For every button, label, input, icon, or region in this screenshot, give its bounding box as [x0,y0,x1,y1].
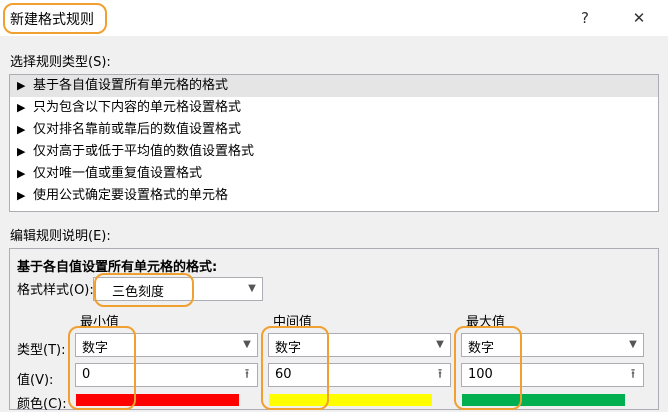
range-picker-icon[interactable]: ⭱ [623,364,643,386]
chevron-down-icon[interactable]: ▼ [237,334,257,356]
value-label: 值(V): [17,373,54,388]
highlight-ring [3,3,107,34]
range-picker-icon[interactable]: ⭱ [430,364,450,386]
rule-item-label: 仅对唯一值或重复值设置格式 [33,166,203,181]
color-label: 颜色(C): [17,397,67,412]
close-button[interactable]: ✕ [624,6,654,30]
triangle-right-icon: ▶ [17,189,26,202]
triangle-right-icon: ▶ [17,145,26,158]
help-button[interactable]: ? [570,6,600,30]
highlight-ring [261,326,329,410]
triangle-right-icon: ▶ [17,167,26,180]
rule-item-label: 基于各自值设置所有单元格的格式 [33,78,229,93]
rule-item-each-value[interactable]: ▶ 基于各自值设置所有单元格的格式 [10,75,658,97]
title-bar: 新建格式规则 ? ✕ [0,0,668,36]
rule-item-average[interactable]: ▶ 仅对高于或低于平均值的数值设置格式 [10,141,658,163]
highlight-ring [94,273,194,307]
triangle-right-icon: ▶ [17,79,26,92]
rule-item-label: 仅对高于或低于平均值的数值设置格式 [33,144,255,159]
rule-type-list: ▶ 基于各自值设置所有单元格的格式 ▶ 只为包含以下内容的单元格设置格式 ▶ 仅对排名… [9,74,659,212]
highlight-ring [454,326,522,410]
rule-item-label: 仅对排名靠前或靠后的数值设置格式 [33,122,242,137]
format-style-label: 格式样式(O): [17,283,94,298]
rule-item-contains[interactable]: ▶ 只为包含以下内容的单元格设置格式 [10,97,658,119]
edit-rule-label: 编辑规则说明(E): [10,229,111,244]
rule-item-label: 使用公式确定要设置格式的单元格 [33,188,229,203]
rule-item-label: 只为包含以下内容的单元格设置格式 [33,100,242,115]
chevron-down-icon[interactable]: ▼ [623,334,643,356]
rule-item-formula[interactable]: ▶ 使用公式确定要设置格式的单元格 [10,185,658,207]
triangle-right-icon: ▶ [17,123,26,136]
highlight-ring [68,326,136,410]
type-label: 类型(T): [17,343,66,358]
rule-item-top-bottom[interactable]: ▶ 仅对排名靠前或靠后的数值设置格式 [10,119,658,141]
range-picker-icon[interactable]: ⭱ [237,364,257,386]
chevron-down-icon[interactable]: ▼ [242,278,262,300]
rule-type-label: 选择规则类型(S): [10,55,111,70]
triangle-right-icon: ▶ [17,101,26,114]
chevron-down-icon[interactable]: ▼ [430,334,450,356]
rule-item-unique-duplicate[interactable]: ▶ 仅对唯一值或重复值设置格式 [10,163,658,185]
